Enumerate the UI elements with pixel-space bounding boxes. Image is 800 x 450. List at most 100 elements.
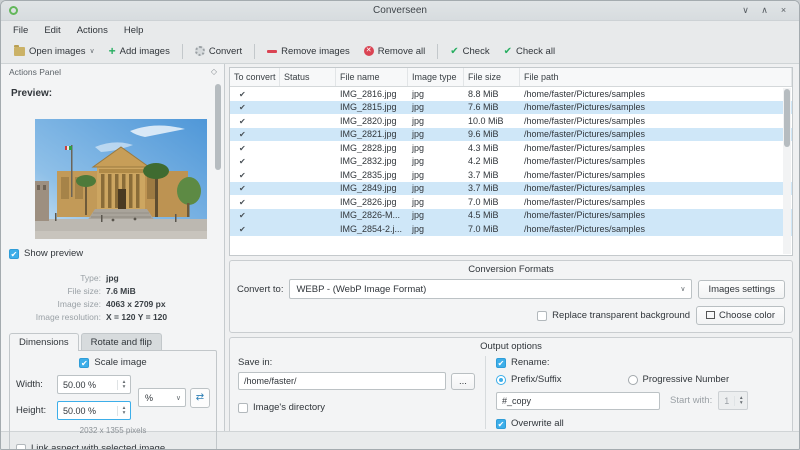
row-checked-icon[interactable]: ✔ [234, 117, 246, 126]
cell-file-path: /home/faster/Pictures/samples [524, 129, 646, 140]
row-checked-icon[interactable]: ✔ [234, 198, 246, 207]
table-scrollbar[interactable] [783, 88, 791, 254]
replace-transparent-checkbox[interactable]: Replace transparent background [537, 310, 690, 321]
dock-float-icon[interactable]: ◇ [211, 67, 217, 76]
images-settings-button[interactable]: Images settings [698, 279, 785, 299]
image-size-value: 4063 x 2709 px [106, 299, 166, 309]
column-to-convert[interactable]: To convert [230, 68, 280, 86]
table-row[interactable]: ✔ IMG_2835.jpg jpg 3.7 MiB /home/faster/… [230, 168, 792, 182]
minimize-button[interactable]: ∨ [738, 5, 753, 16]
convert-button[interactable]: Convert [188, 43, 249, 60]
unit-dropdown[interactable]: % ∨ [138, 388, 186, 407]
table-row[interactable]: ✔ IMG_2832.jpg jpg 4.2 MiB /home/faster/… [230, 155, 792, 169]
rename-checkbox[interactable]: ✔ Rename: [496, 357, 784, 368]
menu-file[interactable]: File [5, 23, 36, 38]
row-checked-icon[interactable]: ✔ [234, 130, 246, 139]
cell-image-type: jpg [412, 88, 425, 99]
table-row[interactable]: ✔ IMG_2815.jpg jpg 7.6 MiB /home/faster/… [230, 100, 792, 114]
format-dropdown[interactable]: WEBP - (WebP Image Format) ∨ [289, 279, 693, 299]
cell-file-size: 7.0 MiB [468, 196, 499, 207]
spin-arrows-icon[interactable]: ▴ ▾ [117, 379, 130, 390]
actions-panel-scrollbar[interactable] [215, 84, 221, 170]
row-checked-icon[interactable]: ✔ [234, 157, 246, 166]
menu-edit[interactable]: Edit [36, 23, 68, 38]
maximize-button[interactable]: ∧ [757, 5, 772, 16]
checkbox-checked-icon: ✔ [9, 248, 19, 259]
row-checked-icon[interactable]: ✔ [234, 211, 246, 220]
check-all-button[interactable]: ✔ Check all [497, 43, 562, 60]
row-checked-icon[interactable]: ✔ [234, 144, 246, 153]
tab-rotate-and-flip[interactable]: Rotate and flip [80, 333, 162, 350]
row-checked-icon[interactable]: ✔ [234, 103, 246, 112]
column-file-path[interactable]: File path [520, 68, 792, 86]
images-directory-checkbox[interactable]: Image's directory [238, 402, 475, 413]
image-resolution-value: X = 120 Y = 120 [106, 312, 168, 322]
width-spinbox[interactable]: 50.00 % ▴ ▾ [57, 375, 131, 394]
title-bar: Converseen ∨ ∧ × [1, 1, 799, 21]
row-checked-icon[interactable]: ✔ [234, 171, 246, 180]
menu-actions[interactable]: Actions [69, 23, 116, 38]
remove-images-button[interactable]: Remove images [260, 43, 357, 60]
file-size-label: File size: [67, 286, 101, 296]
choose-color-button[interactable]: Choose color [696, 306, 785, 325]
column-file-name[interactable]: File name [336, 68, 408, 86]
folder-open-icon [14, 44, 25, 56]
row-checked-icon[interactable]: ✔ [234, 225, 246, 234]
remove-all-button[interactable]: ✕ Remove all [357, 43, 433, 60]
row-checked-icon[interactable]: ✔ [234, 90, 246, 99]
dimension-tabs: Dimensions Rotate and flip [9, 333, 224, 351]
menu-bar: File Edit Actions Help [1, 21, 799, 39]
table-row[interactable]: ✔ IMG_2816.jpg jpg 8.8 MiB /home/faster/… [230, 87, 792, 101]
cell-file-name: IMG_2821.jpg [340, 129, 397, 140]
column-status[interactable]: Status [280, 68, 336, 86]
progressive-number-radio[interactable]: Progressive Number [627, 374, 729, 385]
add-images-button[interactable]: + Add images [102, 43, 177, 60]
table-row[interactable]: ✔ IMG_2854-2.j... jpg 7.0 MiB /home/fast… [230, 222, 792, 236]
table-row[interactable]: ✔ IMG_2826-M... jpg 4.5 MiB /home/faster… [230, 208, 792, 222]
table-scrollbar-handle[interactable] [784, 89, 790, 147]
cell-file-path: /home/faster/Pictures/samples [524, 142, 646, 153]
table-row[interactable]: ✔ IMG_2828.jpg jpg 4.3 MiB /home/faster/… [230, 141, 792, 155]
save-in-label: Save in: [238, 357, 273, 368]
color-swatch-icon [706, 311, 716, 319]
file-table-header: To convert Status File name Image type F… [230, 68, 792, 87]
check-button[interactable]: ✔ Check [443, 43, 496, 60]
menu-help[interactable]: Help [116, 23, 152, 38]
preview-label: Preview: [11, 88, 53, 99]
tab-dimensions[interactable]: Dimensions [9, 333, 79, 351]
dimensions-tab-panel: ✔ Scale image Width: 50.00 % ▴ ▾ Height:… [9, 350, 217, 449]
start-with-spinbox[interactable]: 1 ▴ ▾ [718, 391, 749, 410]
close-button[interactable]: × [776, 5, 791, 16]
height-spinbox[interactable]: 50.00 % ▴ ▾ [57, 401, 131, 420]
table-row[interactable]: ✔ IMG_2820.jpg jpg 10.0 MiB /home/faster… [230, 114, 792, 128]
cell-file-name: IMG_2820.jpg [340, 115, 397, 126]
column-image-type[interactable]: Image type [408, 68, 464, 86]
cell-file-size: 4.5 MiB [468, 210, 499, 221]
table-row[interactable]: ✔ IMG_2821.jpg jpg 9.6 MiB /home/faster/… [230, 127, 792, 141]
save-in-input[interactable]: /home/faster/ [238, 372, 446, 390]
spin-arrows-icon[interactable]: ▴ ▾ [117, 405, 130, 416]
scale-image-checkbox[interactable]: ✔ Scale image [16, 357, 210, 368]
table-row[interactable]: ✔ IMG_2849.jpg jpg 3.7 MiB /home/faster/… [230, 181, 792, 195]
add-plus-icon: + [108, 43, 116, 58]
cell-image-type: jpg [412, 129, 425, 140]
cell-file-name: IMG_2835.jpg [340, 169, 397, 180]
row-checked-icon[interactable]: ✔ [234, 184, 246, 193]
rename-pattern-input[interactable]: #_copy [496, 391, 660, 410]
toolbar-separator [437, 43, 439, 59]
browse-button[interactable]: ... [451, 372, 475, 390]
column-file-size[interactable]: File size [464, 68, 520, 86]
refresh-dimensions-button[interactable]: ⇄ [190, 387, 210, 408]
toolbar-separator [181, 43, 183, 59]
cell-file-name: IMG_2854-2.j... [340, 223, 403, 234]
chevron-down-icon: ∨ [175, 394, 181, 402]
cell-file-name: IMG_2816.jpg [340, 88, 397, 99]
show-preview-checkbox[interactable]: ✔ Show preview [9, 248, 224, 259]
checkbox-unchecked-icon [16, 443, 26, 449]
open-images-button[interactable]: Open images ∨ [7, 43, 102, 60]
prefix-suffix-radio[interactable]: Prefix/Suffix [496, 374, 562, 385]
table-row[interactable]: ✔ IMG_2826.jpg jpg 7.0 MiB /home/faster/… [230, 195, 792, 209]
link-aspect-checkbox[interactable]: Link aspect with selected image [16, 443, 210, 449]
cell-file-size: 7.0 MiB [468, 223, 499, 234]
overwrite-all-checkbox[interactable]: ✔ Overwrite all [496, 418, 784, 429]
